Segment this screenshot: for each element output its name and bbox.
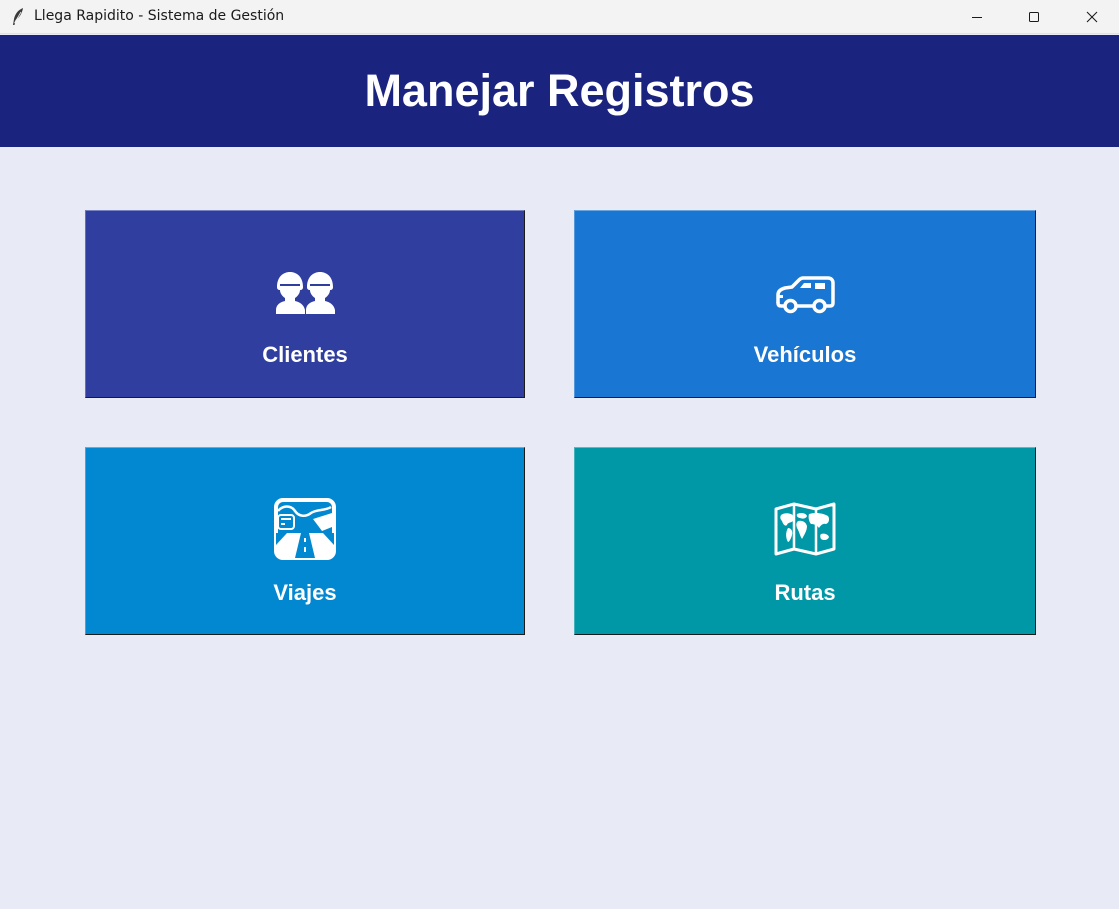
close-icon (1086, 11, 1098, 22)
window-title: Llega Rapidito - Sistema de Gestión (34, 8, 285, 24)
viajes-button[interactable]: Viajes (85, 447, 525, 635)
maximize-icon (1029, 11, 1039, 22)
maximize-button[interactable] (1011, 0, 1057, 33)
users-icon (273, 260, 337, 324)
minimize-button[interactable] (954, 0, 1000, 33)
world-map-icon (773, 497, 837, 561)
vehiculos-button[interactable]: Vehículos (574, 210, 1036, 398)
viajes-label: Viajes (273, 580, 337, 605)
minimize-icon (972, 16, 982, 18)
road-trip-icon (273, 497, 337, 561)
vehiculos-label: Vehículos (753, 342, 857, 367)
window-titlebar[interactable]: Llega Rapidito - Sistema de Gestión (0, 0, 1119, 34)
page-title: Manejar Registros (364, 64, 755, 116)
close-button[interactable] (1069, 0, 1115, 33)
page-header: Manejar Registros (0, 35, 1119, 147)
rutas-label: Rutas (774, 580, 836, 605)
feather-icon (10, 7, 26, 27)
clientes-button[interactable]: Clientes (85, 210, 525, 398)
clientes-label: Clientes (262, 342, 348, 367)
car-icon (773, 260, 837, 324)
rutas-button[interactable]: Rutas (574, 447, 1036, 635)
